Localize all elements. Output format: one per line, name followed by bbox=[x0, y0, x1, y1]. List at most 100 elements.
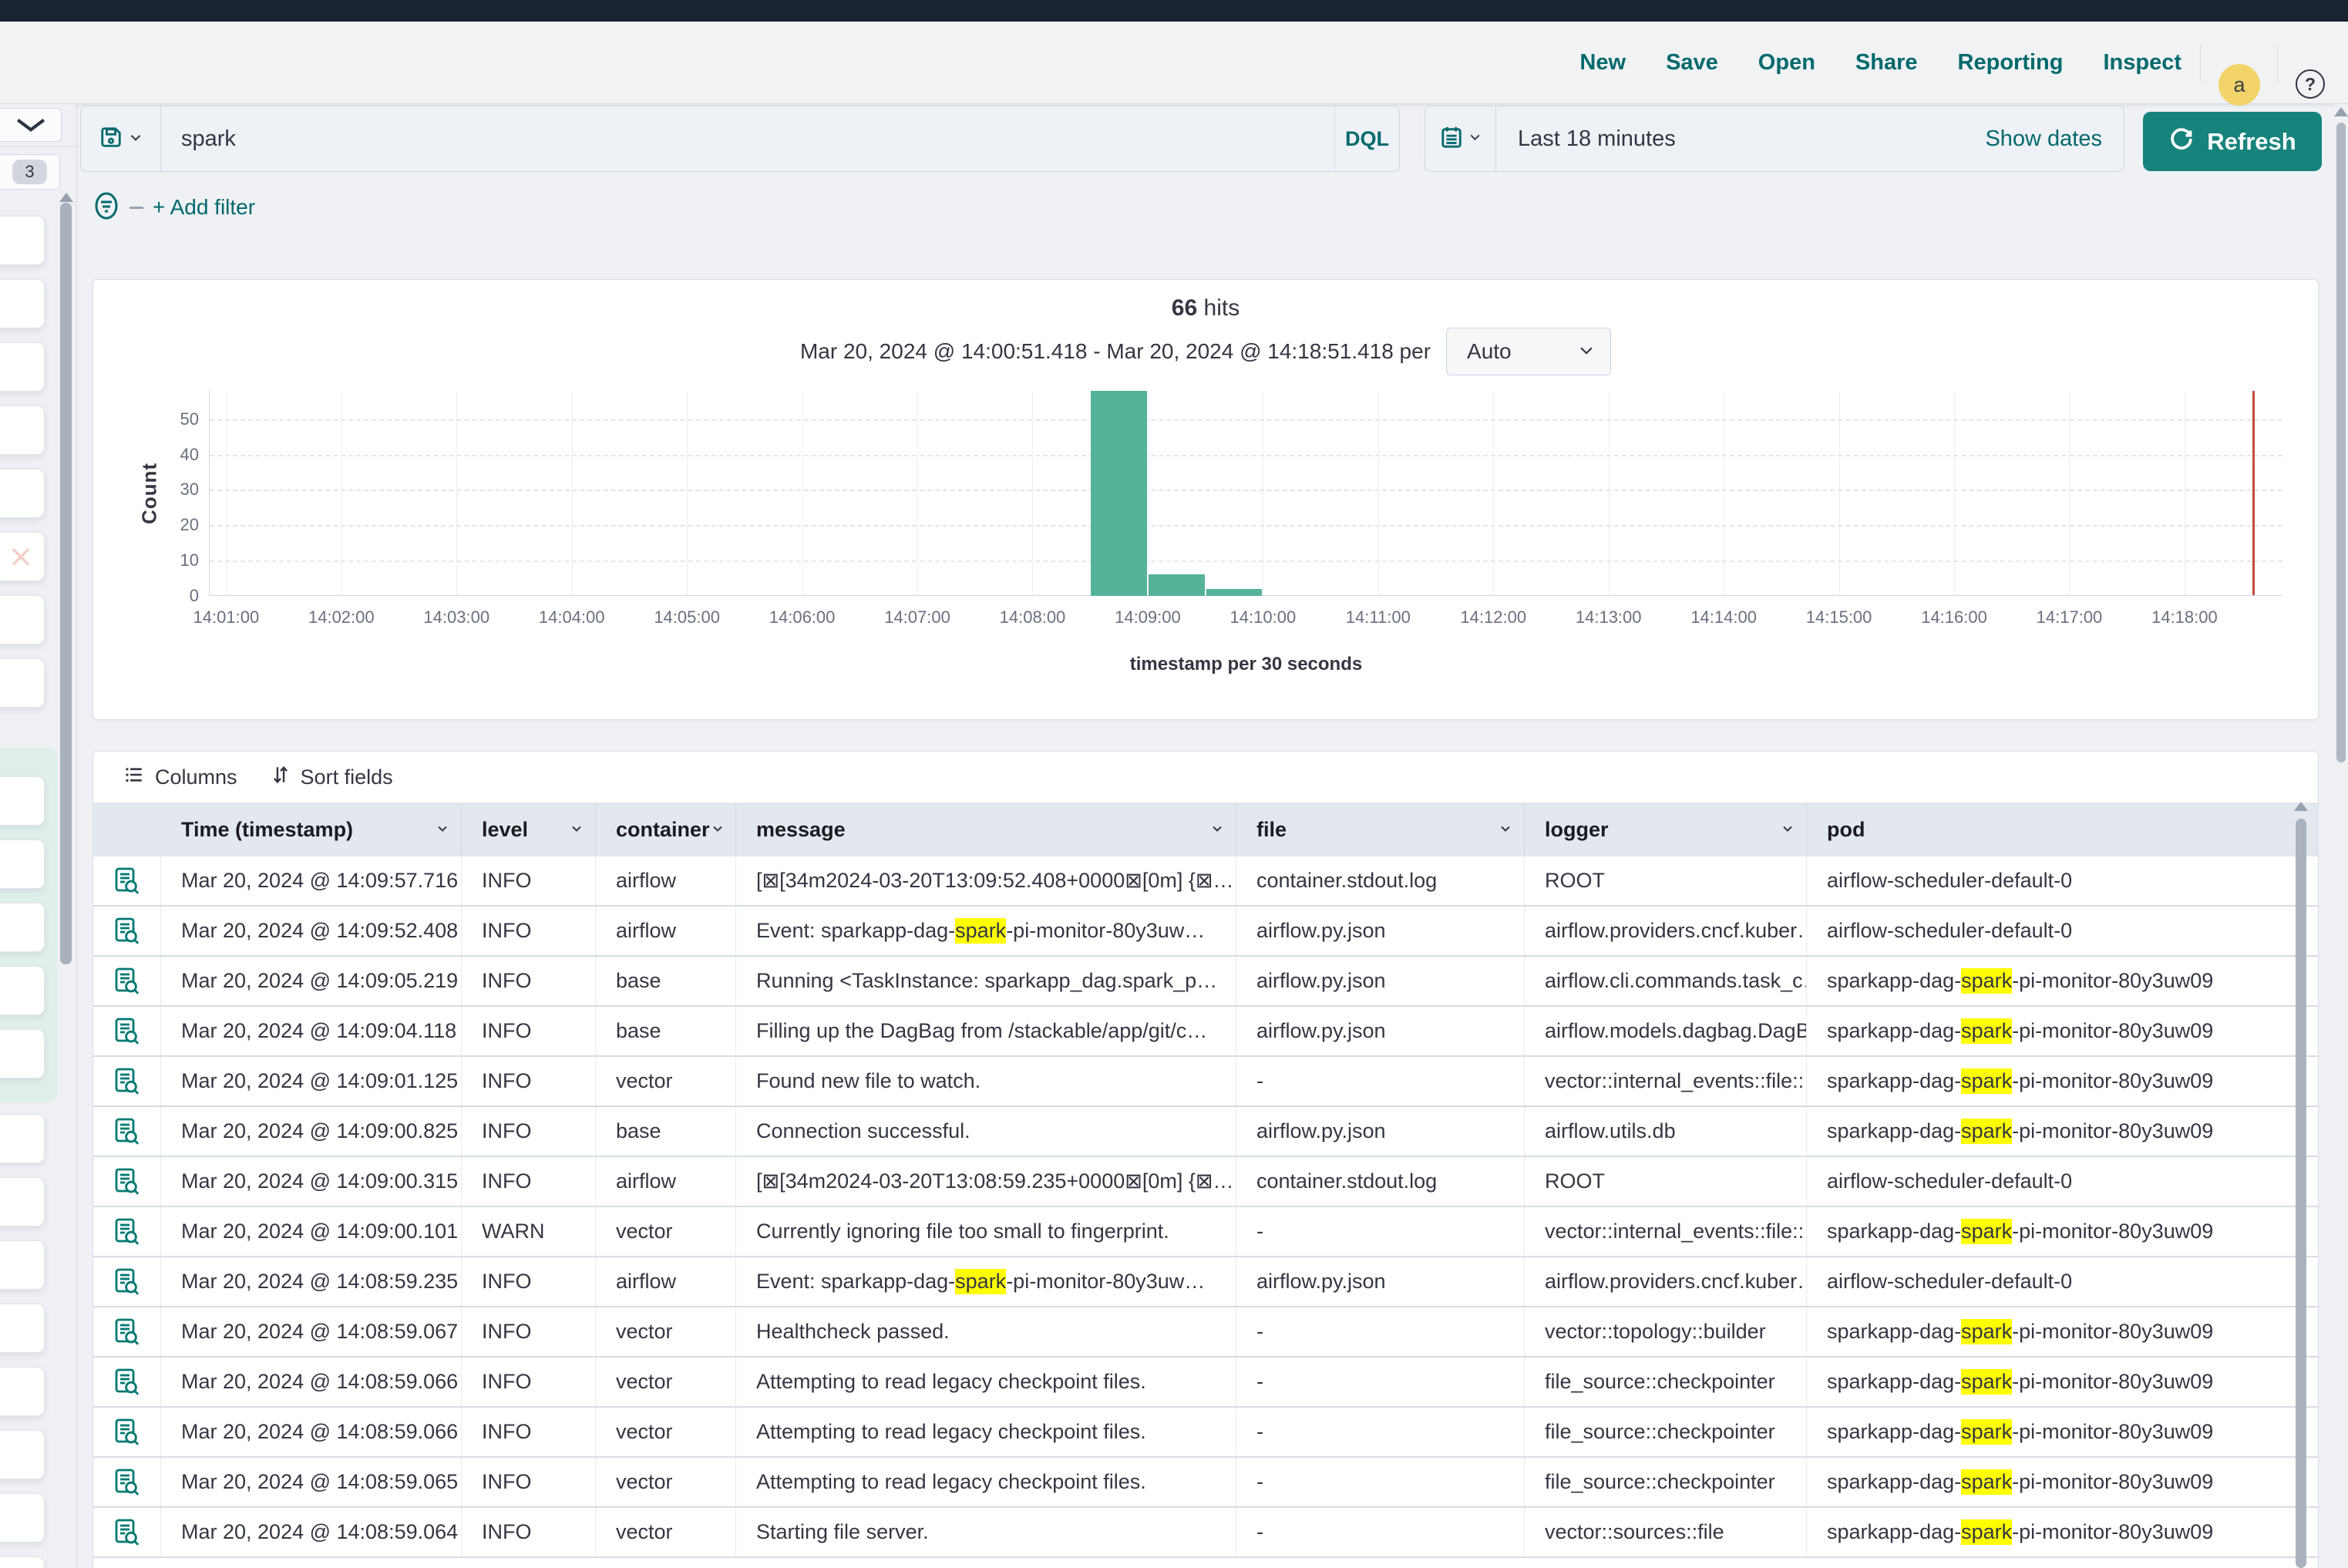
column-header-label: message bbox=[756, 818, 846, 842]
cell-level: WARN bbox=[462, 1207, 596, 1256]
column-header-pod[interactable]: pod bbox=[1807, 803, 2293, 856]
search-highlight: spark bbox=[955, 918, 1006, 944]
search-input[interactable]: spark bbox=[161, 126, 1334, 152]
scroll-up-arrow-icon[interactable] bbox=[2334, 107, 2348, 116]
time-range-display[interactable]: Last 18 minutes bbox=[1496, 126, 1985, 152]
column-header-label: container bbox=[616, 818, 710, 842]
quick-select-button[interactable] bbox=[1425, 106, 1496, 171]
field-card[interactable] bbox=[0, 595, 45, 644]
field-card[interactable] bbox=[0, 1367, 45, 1416]
column-header-container[interactable]: container bbox=[596, 803, 736, 856]
search-highlight: spark bbox=[955, 1269, 1006, 1294]
cell-container: vector bbox=[596, 1458, 736, 1506]
field-card[interactable] bbox=[0, 1493, 45, 1543]
expand-document-icon[interactable] bbox=[93, 856, 161, 905]
column-header-file[interactable]: file bbox=[1236, 803, 1525, 856]
columns-button[interactable]: Columns bbox=[124, 765, 237, 790]
cell-file: - bbox=[1236, 1458, 1525, 1506]
field-card[interactable] bbox=[0, 903, 45, 952]
saved-query-button[interactable] bbox=[81, 106, 161, 171]
help-icon[interactable]: ? bbox=[2296, 69, 2325, 99]
chevron-down-icon bbox=[710, 818, 725, 842]
cell-file: airflow.py.json bbox=[1236, 1257, 1525, 1306]
sort-fields-button[interactable]: Sort fields bbox=[271, 765, 393, 790]
fields-sidebar-collapsed: 3 × bbox=[0, 104, 77, 1568]
time-picker: Last 18 minutes Show dates bbox=[1425, 106, 2124, 172]
field-card[interactable] bbox=[0, 1114, 45, 1163]
nav-new-button[interactable]: New bbox=[1579, 50, 1626, 76]
expand-document-icon[interactable] bbox=[93, 1458, 161, 1506]
column-header-time-timestamp-[interactable]: Time (timestamp) bbox=[161, 803, 462, 856]
field-card[interactable] bbox=[0, 966, 45, 1015]
sidebar-collapse-button[interactable] bbox=[0, 108, 62, 142]
expand-document-icon[interactable] bbox=[93, 1057, 161, 1105]
field-card[interactable] bbox=[0, 469, 45, 518]
current-time-marker bbox=[2252, 391, 2255, 595]
avatar[interactable]: a bbox=[2218, 64, 2260, 106]
field-card[interactable] bbox=[0, 1240, 45, 1290]
field-card[interactable] bbox=[0, 1029, 45, 1078]
expand-document-icon[interactable] bbox=[93, 1157, 161, 1206]
cell-pod: sparkapp-dag-spark-pi-monitor-80y3uw09 bbox=[1807, 1307, 2293, 1356]
expand-document-icon[interactable] bbox=[93, 957, 161, 1005]
histogram-plot-area[interactable]: Count timestamp per 30 seconds 14:01:001… bbox=[209, 391, 2282, 596]
expand-document-icon[interactable] bbox=[93, 1508, 161, 1556]
table-scrollbar-thumb[interactable] bbox=[2296, 819, 2306, 1568]
field-card[interactable] bbox=[0, 658, 45, 708]
nav-open-button[interactable]: Open bbox=[1758, 50, 1815, 76]
expand-document-icon[interactable] bbox=[93, 907, 161, 955]
search-highlight: spark bbox=[1961, 1018, 2012, 1044]
nav-reporting-button[interactable]: Reporting bbox=[1958, 50, 2064, 76]
nav-share-button[interactable]: Share bbox=[1855, 50, 1918, 76]
expand-document-icon[interactable] bbox=[93, 1007, 161, 1055]
show-dates-button[interactable]: Show dates bbox=[1985, 126, 2124, 152]
field-card[interactable] bbox=[0, 405, 45, 455]
field-card[interactable] bbox=[0, 342, 45, 392]
sidebar-scroll-up-icon[interactable] bbox=[59, 193, 73, 202]
refresh-button[interactable]: Refresh bbox=[2143, 112, 2322, 171]
y-tick-label: 50 bbox=[153, 409, 199, 429]
expand-document-icon[interactable] bbox=[93, 1307, 161, 1356]
interval-select[interactable]: Auto bbox=[1446, 328, 1611, 375]
query-language-button[interactable]: DQL bbox=[1334, 106, 1399, 171]
field-card[interactable] bbox=[0, 776, 45, 826]
cell-logger: airflow.models.dagbag.DagBag bbox=[1525, 1007, 1807, 1055]
cell-level: INFO bbox=[462, 1007, 596, 1055]
expand-document-icon[interactable] bbox=[93, 1358, 161, 1406]
expand-document-icon[interactable] bbox=[93, 1408, 161, 1456]
field-card[interactable] bbox=[0, 216, 45, 265]
window-scrollbar[interactable] bbox=[2334, 104, 2348, 1568]
field-card[interactable] bbox=[0, 279, 45, 328]
y-tick-label: 0 bbox=[153, 586, 199, 606]
column-header-level[interactable]: level bbox=[462, 803, 596, 856]
top-nav: New Save Open Share Reporting Inspect bbox=[1579, 22, 2181, 104]
expand-document-icon[interactable] bbox=[93, 1257, 161, 1306]
field-card[interactable]: × bbox=[0, 532, 45, 581]
expand-document-icon[interactable] bbox=[93, 1107, 161, 1156]
filter-icon[interactable] bbox=[93, 190, 120, 225]
column-header-label: Time (timestamp) bbox=[181, 818, 353, 842]
x-gridline bbox=[456, 391, 457, 595]
column-header-logger[interactable]: logger bbox=[1525, 803, 1807, 856]
scroll-up-arrow-icon[interactable] bbox=[2294, 802, 2308, 811]
nav-inspect-button[interactable]: Inspect bbox=[2103, 50, 2181, 76]
field-card[interactable] bbox=[0, 1177, 45, 1226]
cell-file: - bbox=[1236, 1508, 1525, 1556]
table-row: Mar 20, 2024 @ 14:09:57.716INFOairflow[⊠… bbox=[93, 856, 2318, 907]
nav-save-button[interactable]: Save bbox=[1666, 50, 1718, 76]
selected-fields-toggle[interactable]: 3 bbox=[0, 154, 60, 190]
field-card[interactable] bbox=[0, 840, 45, 889]
sidebar-scrollbar-thumb[interactable] bbox=[60, 203, 72, 964]
window-scrollbar-thumb[interactable] bbox=[2336, 123, 2346, 762]
field-card[interactable] bbox=[0, 1304, 45, 1353]
cell-level: INFO bbox=[462, 1358, 596, 1406]
field-card[interactable] bbox=[0, 1430, 45, 1479]
column-header-message[interactable]: message bbox=[736, 803, 1236, 856]
x-tick-label: 14:08:00 bbox=[986, 607, 1078, 628]
cell-logger: airflow.cli.commands.task_c… bbox=[1525, 957, 1807, 1005]
expand-document-icon[interactable] bbox=[93, 1207, 161, 1256]
add-filter-button[interactable]: + Add filter bbox=[153, 195, 255, 220]
cell-logger: ROOT bbox=[1525, 856, 1807, 905]
table-scrollbar[interactable] bbox=[2294, 802, 2308, 1568]
field-card[interactable] bbox=[0, 1556, 45, 1568]
